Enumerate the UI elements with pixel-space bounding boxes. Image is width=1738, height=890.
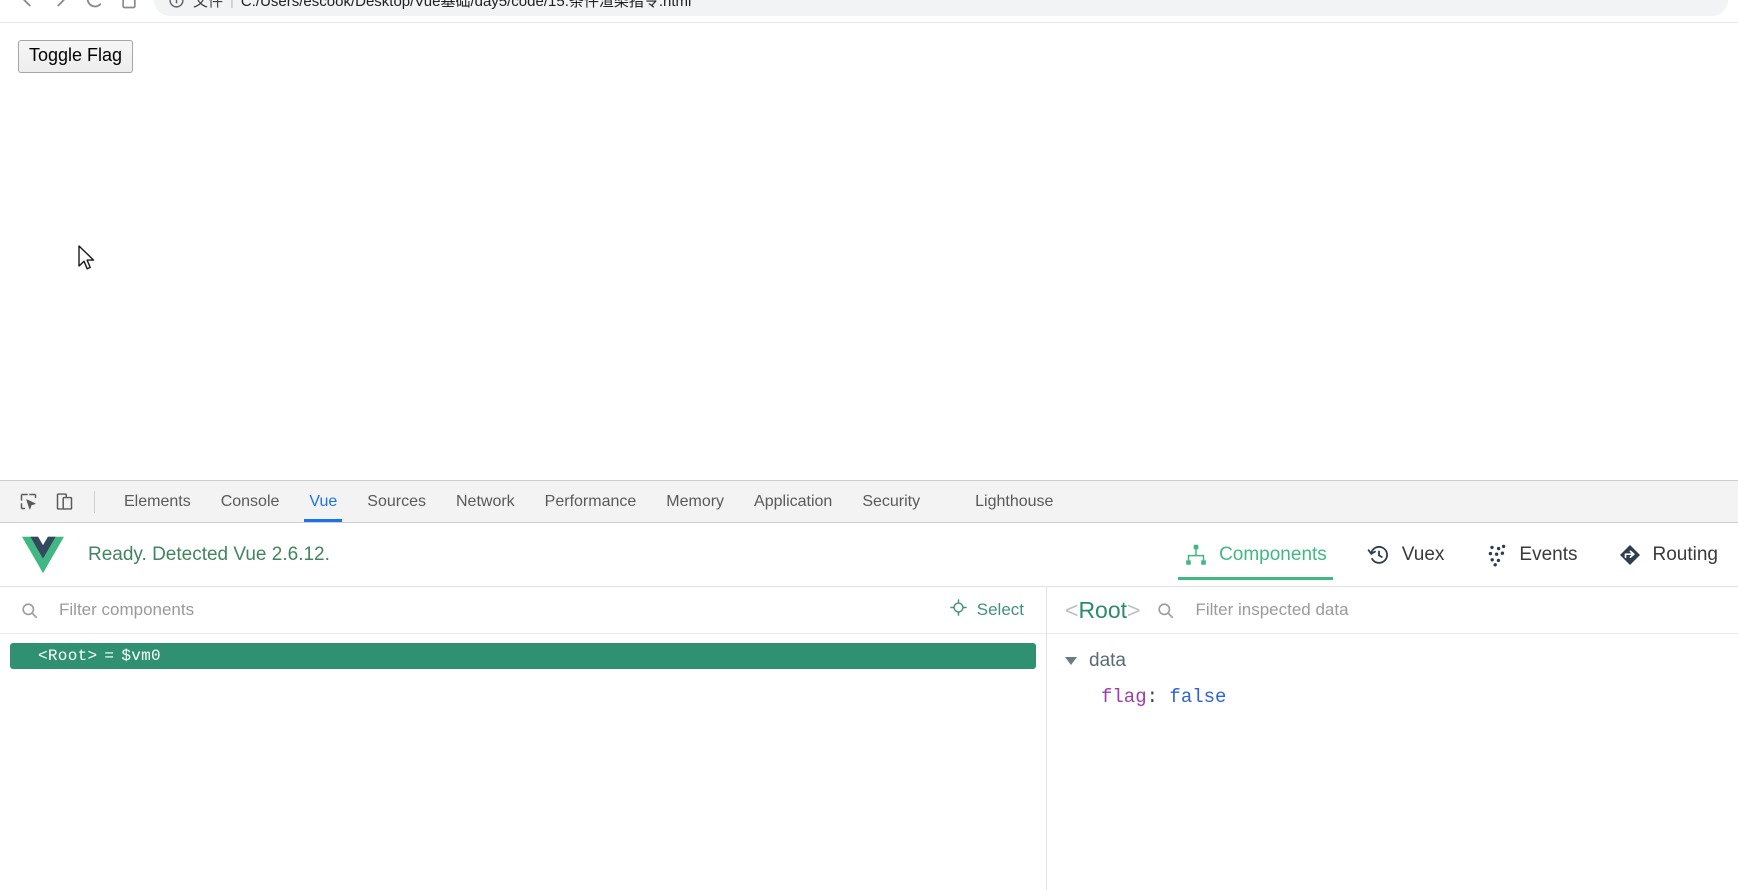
tab-elements[interactable]: Elements (109, 481, 206, 522)
browser-chrome: 文件 | C:/Users/escook/Desktop/Vue基础/day5/… (0, 0, 1738, 22)
vue-status-text: Ready. Detected Vue 2.6.12. (88, 543, 330, 565)
angle-open: < (1065, 596, 1079, 623)
component-tree-row-root[interactable]: <Root> = $vm0 (10, 643, 1036, 669)
inspector-pane: <Root> data flag: false (1047, 587, 1738, 890)
data-field-flag[interactable]: flag: false (1101, 686, 1738, 708)
vue-devtools-panel: Ready. Detected Vue 2.6.12. Components V… (0, 523, 1738, 890)
vue-nav-vuex[interactable]: Vuex (1347, 523, 1465, 586)
vue-panel-nav: Components Vuex Events Routing (1164, 523, 1738, 586)
select-button[interactable]: Select (941, 595, 1032, 625)
tab-lighthouse[interactable]: Lighthouse (960, 481, 1068, 522)
data-group-data[interactable]: data (1065, 650, 1738, 672)
components-pane: Select <Root> = $vm0 (0, 587, 1047, 890)
select-button-label: Select (976, 600, 1024, 619)
inspect-element-icon[interactable] (12, 488, 44, 516)
events-dots-icon (1484, 543, 1508, 567)
back-icon[interactable] (10, 0, 44, 17)
devtools-tabbar: Elements Console Vue Sources Network Per… (0, 481, 1738, 523)
devtools-panel: Elements Console Vue Sources Network Per… (0, 480, 1738, 890)
vue-nav-components-label: Components (1219, 543, 1327, 565)
components-tree-icon (1184, 543, 1208, 567)
component-node-instance: $vm0 (121, 647, 161, 665)
tab-memory[interactable]: Memory (651, 481, 739, 522)
component-node-name: <Root> (38, 647, 98, 665)
filter-inspected-data-input[interactable] (1193, 599, 1724, 621)
vue-nav-events[interactable]: Events (1464, 523, 1597, 586)
chevron-down-icon[interactable] (1065, 657, 1077, 665)
vue-nav-events-label: Events (1519, 543, 1578, 565)
routing-diamond-icon (1618, 543, 1642, 567)
device-toolbar-icon[interactable] (48, 488, 80, 516)
component-node-equals: = (104, 647, 115, 665)
vue-nav-components[interactable]: Components (1164, 523, 1347, 586)
omnibox[interactable]: 文件 | C:/Users/escook/Desktop/Vue基础/day5/… (154, 0, 1728, 16)
url-separator: | (230, 0, 234, 9)
browser-toolbar: 文件 | C:/Users/escook/Desktop/Vue基础/day5/… (0, 0, 1738, 22)
search-icon (20, 601, 39, 620)
bookmark-page-icon[interactable] (112, 0, 146, 17)
vue-logo-icon (22, 536, 64, 573)
inspector-data-tree: data flag: false (1047, 634, 1738, 890)
vue-panel-header: Ready. Detected Vue 2.6.12. Components V… (0, 523, 1738, 587)
info-circle-icon (168, 0, 185, 9)
search-icon (1156, 601, 1175, 620)
time-travel-icon (1367, 543, 1391, 567)
component-tree: <Root> = $vm0 (0, 634, 1046, 890)
data-field-colon: : (1146, 686, 1159, 708)
angle-close: > (1127, 596, 1141, 623)
forward-icon[interactable] (44, 0, 78, 17)
filter-components-input[interactable] (57, 599, 941, 621)
vue-nav-routing[interactable]: Routing (1598, 523, 1738, 586)
toggle-flag-button[interactable]: Toggle Flag (18, 40, 134, 73)
tab-security[interactable]: Security (847, 481, 935, 522)
vue-nav-routing-label: Routing (1652, 543, 1719, 565)
tab-console[interactable]: Console (206, 481, 295, 522)
url-scheme-label: 文件 (193, 0, 224, 10)
data-field-key: flag (1101, 686, 1147, 708)
page-viewport: Toggle Flag (0, 22, 1738, 480)
tab-vue[interactable]: Vue (294, 481, 352, 522)
components-toolbar: Select (0, 587, 1046, 634)
toolbar-divider (94, 490, 95, 513)
vue-panel-body: Select <Root> = $vm0 <Root> (0, 587, 1738, 890)
tab-sources[interactable]: Sources (352, 481, 441, 522)
url-text: C:/Users/escook/Desktop/Vue基础/day5/code/… (240, 0, 692, 10)
tab-network[interactable]: Network (441, 481, 530, 522)
target-crosshair-icon (949, 598, 968, 622)
inspected-component-name: <Root> (1065, 597, 1140, 624)
vue-nav-vuex-label: Vuex (1401, 543, 1445, 565)
tab-performance[interactable]: Performance (530, 481, 652, 522)
tab-application[interactable]: Application (739, 481, 847, 522)
reload-icon[interactable] (78, 0, 112, 17)
inspected-component-label: Root (1078, 596, 1128, 623)
mouse-pointer-icon (78, 245, 95, 270)
inspector-toolbar: <Root> (1047, 587, 1738, 634)
data-group-label: data (1089, 650, 1126, 671)
data-field-value: false (1169, 686, 1227, 708)
